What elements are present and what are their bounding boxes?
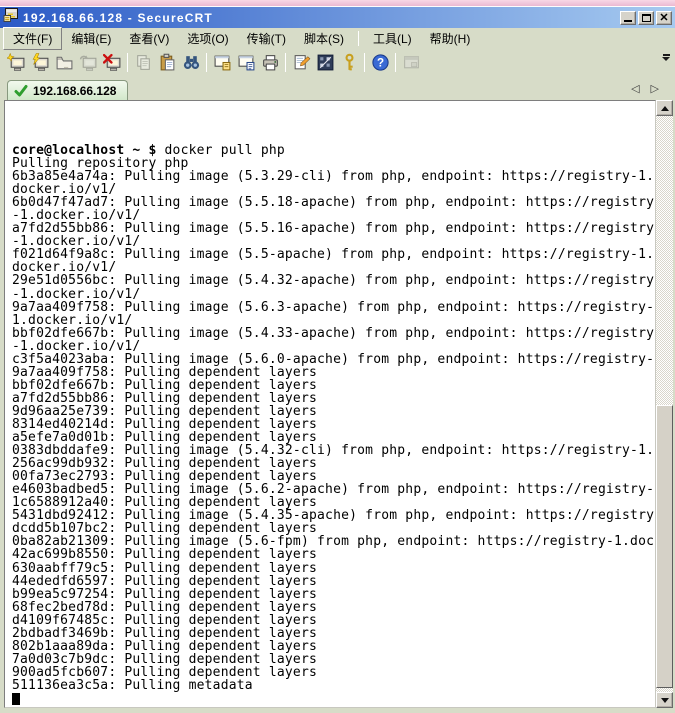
printer-icon bbox=[261, 53, 280, 72]
menu-help[interactable]: 帮助(H) bbox=[421, 28, 480, 49]
green-check-icon bbox=[14, 84, 28, 98]
menu-options[interactable]: 选项(O) bbox=[178, 28, 237, 49]
tab-scroll-left-icon[interactable]: ◁ bbox=[631, 84, 639, 95]
computer-lightning-icon bbox=[31, 53, 50, 72]
connect-button[interactable] bbox=[28, 51, 52, 74]
properties-pencil-icon bbox=[292, 53, 311, 72]
securecrt-window: 192.168.66.128 - SecureCRT ✕ 文件(F) 编辑(E)… bbox=[0, 0, 675, 713]
menu-edit[interactable]: 编辑(E) bbox=[62, 28, 120, 49]
tab-bar: 192.168.66.128 ◁ ▷ bbox=[0, 76, 675, 100]
print-button[interactable] bbox=[258, 51, 282, 74]
folder-icon bbox=[55, 53, 74, 72]
scrollbar-down-button[interactable] bbox=[656, 692, 673, 708]
computer-x-icon bbox=[103, 53, 122, 72]
terminal-line: 511136ea3c5a: Pulling metadata bbox=[12, 679, 655, 692]
terminal-line: 68fec2bed78d: Pulling dependent layers bbox=[12, 601, 655, 614]
toolbar-separator bbox=[364, 53, 365, 72]
terminal-scrollbar[interactable] bbox=[656, 100, 673, 708]
titlebar[interactable]: 192.168.66.128 - SecureCRT ✕ bbox=[0, 7, 675, 28]
session-tab-label: 192.168.66.128 bbox=[33, 84, 116, 98]
toolbar: ? bbox=[0, 49, 675, 76]
scrollbar-up-button[interactable] bbox=[656, 100, 673, 116]
terminal-line: 2bdbadf3469b: Pulling dependent layers bbox=[12, 627, 655, 640]
window-title: 192.168.66.128 - SecureCRT bbox=[23, 11, 213, 25]
key-agent-button[interactable] bbox=[337, 51, 361, 74]
terminal-cursor bbox=[12, 693, 20, 705]
session-manager-button bbox=[399, 51, 423, 74]
log-session-button[interactable] bbox=[210, 51, 234, 74]
terminal-line: -1.docker.io/v1/ bbox=[12, 340, 655, 353]
terminal-line: b99ea5c97254: Pulling dependent layers bbox=[12, 588, 655, 601]
close-button[interactable]: ✕ bbox=[656, 11, 672, 25]
maximize-icon bbox=[642, 14, 651, 22]
terminal-line: 9a7aa409f758: Pulling dependent layers bbox=[12, 366, 655, 379]
arrow-up-icon bbox=[661, 106, 669, 111]
arrow-down-icon bbox=[661, 698, 669, 703]
terminal-line: 42ac699b8550: Pulling dependent layers bbox=[12, 548, 655, 561]
close-icon: ✕ bbox=[659, 13, 668, 23]
terminal-line: 29e51d0556bc: Pulling image (5.4.32-apac… bbox=[12, 274, 655, 287]
terminal-line: 44ededfd6597: Pulling dependent layers bbox=[12, 575, 655, 588]
menu-view[interactable]: 查看(V) bbox=[120, 28, 178, 49]
disconnect-button[interactable] bbox=[100, 51, 124, 74]
menu-separator bbox=[358, 31, 359, 46]
terminal-line: 9a7aa409f758: Pulling image (5.6.3-apach… bbox=[12, 301, 655, 314]
menubar: 文件(F) 编辑(E) 查看(V) 选项(O) 传输(T) 脚本(S) 工具(L… bbox=[0, 28, 675, 49]
toolbar-separator bbox=[127, 53, 128, 72]
terminal-line: 802b1aaa89da: Pulling dependent layers bbox=[12, 640, 655, 653]
menu-tools[interactable]: 工具(L) bbox=[364, 28, 421, 49]
menu-script[interactable]: 脚本(S) bbox=[295, 28, 353, 49]
raw-log-session-button[interactable] bbox=[234, 51, 258, 74]
toolbar-separator bbox=[206, 53, 207, 72]
toolbar-overflow-button[interactable] bbox=[662, 54, 670, 61]
help-button[interactable]: ? bbox=[368, 51, 392, 74]
terminal-line: 1.docker.io/v1/ bbox=[12, 314, 655, 327]
terminal-line: bbf02dfe667b: Pulling dependent layers bbox=[12, 379, 655, 392]
quick-connect-button[interactable] bbox=[4, 51, 28, 74]
paste-icon bbox=[158, 53, 177, 72]
reconnect-button bbox=[76, 51, 100, 74]
global-options-button[interactable] bbox=[313, 51, 337, 74]
svg-text:?: ? bbox=[376, 57, 383, 70]
menu-transfer[interactable]: 传输(T) bbox=[238, 28, 295, 49]
session-tab[interactable]: 192.168.66.128 bbox=[7, 80, 128, 100]
help-icon: ? bbox=[371, 53, 390, 72]
toolbar-separator bbox=[285, 53, 286, 72]
window-icon bbox=[402, 53, 421, 72]
terminal-line: c3f5a4023aba: Pulling image (5.6.0-apach… bbox=[12, 353, 655, 366]
minimize-icon bbox=[624, 20, 632, 22]
copy-button bbox=[131, 51, 155, 74]
tab-scroll-right-icon[interactable]: ▷ bbox=[651, 84, 659, 95]
maximize-button[interactable] bbox=[638, 11, 654, 25]
scrollbar-thumb[interactable] bbox=[656, 405, 673, 688]
session-options-button[interactable] bbox=[289, 51, 313, 74]
terminal-output: Pulling repository php6b3a85e4a74a: Pull… bbox=[12, 157, 655, 692]
terminal-screen[interactable]: core@localhost ~ $ docker pull php Pulli… bbox=[4, 100, 656, 708]
terminal-line: a7fd2d55bb86: Pulling dependent layers bbox=[12, 392, 655, 405]
key-icon bbox=[340, 53, 359, 72]
computer-refresh-icon bbox=[79, 53, 98, 72]
chevron-down-icon bbox=[663, 54, 670, 56]
toolbar-separator bbox=[395, 53, 396, 72]
terminal-line: 7a0d03c7b9dc: Pulling dependent layers bbox=[12, 653, 655, 666]
copy-icon bbox=[134, 53, 153, 72]
menu-file[interactable]: 文件(F) bbox=[3, 27, 62, 50]
terminal-cursor-line bbox=[12, 692, 655, 705]
find-button[interactable] bbox=[179, 51, 203, 74]
screen-raw-log-icon bbox=[237, 53, 256, 72]
app-icon bbox=[3, 7, 19, 28]
binoculars-icon bbox=[182, 53, 201, 72]
minimize-button[interactable] bbox=[620, 11, 636, 25]
paste-button[interactable] bbox=[155, 51, 179, 74]
computer-sparkle-icon bbox=[7, 53, 26, 72]
options-grid-icon bbox=[316, 53, 335, 72]
terminal-line: bbf02dfe667b: Pulling image (5.4.33-apac… bbox=[12, 327, 655, 340]
connect-in-tab-button[interactable] bbox=[52, 51, 76, 74]
terminal-line: 630aabff79c5: Pulling dependent layers bbox=[12, 562, 655, 575]
window-bottom-border bbox=[0, 708, 675, 713]
terminal-line: d4109f67485c: Pulling dependent layers bbox=[12, 614, 655, 627]
terminal-line: -1.docker.io/v1/ bbox=[12, 288, 655, 301]
terminal-line: 900ad5fcb607: Pulling dependent layers bbox=[12, 666, 655, 679]
screen-log-icon bbox=[213, 53, 232, 72]
